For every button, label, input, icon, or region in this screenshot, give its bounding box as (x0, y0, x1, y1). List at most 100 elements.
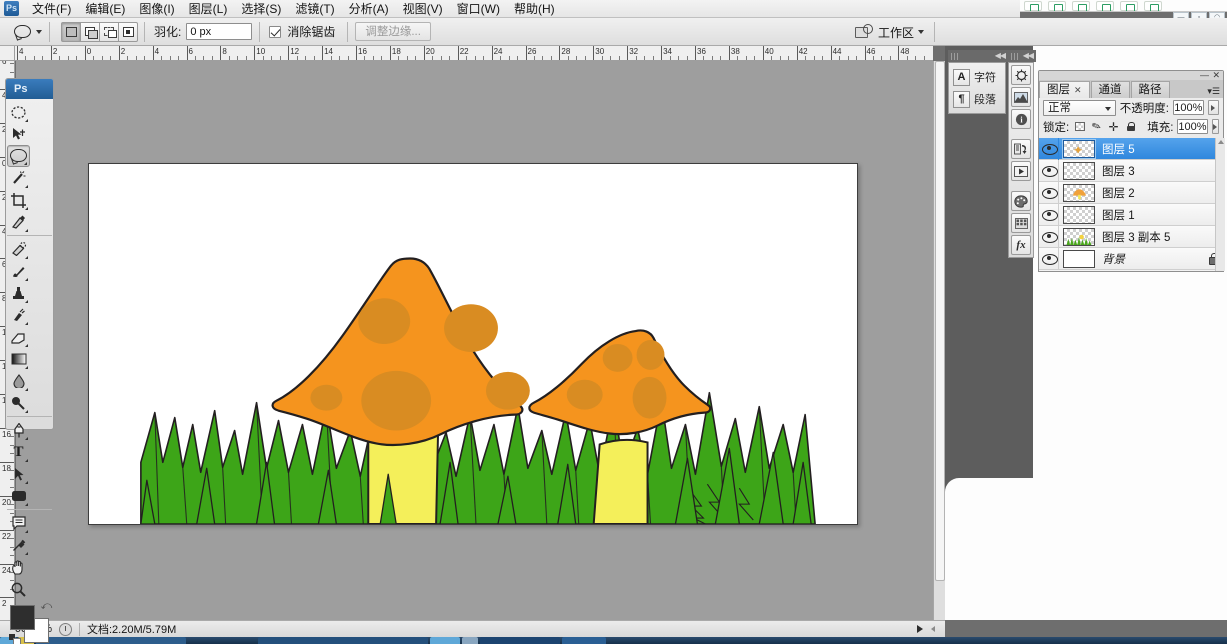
layer-row-2[interactable]: 图层 2 (1039, 182, 1225, 204)
info-icon[interactable]: i (1011, 109, 1031, 129)
layer-thumbnail[interactable] (1063, 250, 1095, 268)
workspace-chevron-down-icon[interactable] (918, 30, 924, 34)
lock-position-icon[interactable]: ✛ (1107, 120, 1120, 133)
intersect-selection-button[interactable] (118, 22, 138, 42)
swatches-icon[interactable] (1011, 213, 1031, 233)
layer-visibility-toggle[interactable] (1039, 182, 1059, 204)
layers-panel-titlebar[interactable]: — ✕ (1039, 71, 1223, 80)
layer-thumbnail[interactable] (1063, 184, 1095, 202)
blur-tool[interactable] (7, 370, 30, 392)
taskbar-item-4[interactable] (258, 637, 428, 644)
layer-visibility-toggle[interactable] (1039, 248, 1059, 270)
horizontal-ruler[interactable]: 4202468101214161820222426283032343638404… (15, 46, 933, 61)
elliptical-marquee-tool[interactable] (7, 101, 30, 123)
bridge-icon[interactable] (854, 23, 874, 41)
subtract-from-selection-button[interactable] (99, 22, 119, 42)
taskbar-item-6[interactable] (462, 637, 478, 644)
foreground-color-swatch[interactable] (10, 605, 35, 630)
path-selection-tool[interactable] (7, 463, 30, 485)
brush-tool[interactable] (7, 260, 30, 282)
taskbar-item-7[interactable] (480, 637, 560, 644)
menu-file[interactable]: 文件(F) (25, 0, 78, 18)
menu-edit[interactable]: 编辑(E) (78, 0, 132, 18)
tab-channels[interactable]: 通道 (1091, 81, 1130, 98)
lock-all-icon[interactable] (1124, 120, 1137, 133)
layer-list[interactable]: 图层 5 图层 3 图层 2 图层 1 (1039, 138, 1225, 271)
layer-list-scrollbar[interactable] (1215, 138, 1225, 271)
panel-paragraph[interactable]: ¶ 段落 (951, 88, 1003, 110)
tool-preset-chevron-down-icon[interactable] (36, 30, 42, 34)
fill-value[interactable]: 100% (1177, 119, 1207, 134)
layer-row-1[interactable]: 图层 3 (1039, 160, 1225, 182)
spot-healing-brush-tool[interactable] (7, 238, 30, 260)
antialias-checkbox[interactable] (269, 26, 281, 38)
crop-tool[interactable] (7, 189, 30, 211)
antialias-checkbox-group[interactable]: 消除锯齿 (269, 23, 340, 40)
panel-character[interactable]: A 字符 (951, 66, 1003, 88)
panel-menu-icon[interactable]: ▾☰ (1207, 87, 1220, 96)
new-selection-button[interactable] (61, 22, 81, 42)
opacity-value[interactable]: 100% (1173, 100, 1204, 115)
layer-thumbnail[interactable] (1063, 228, 1095, 246)
layer-thumbnail[interactable] (1063, 140, 1095, 158)
actions-icon[interactable] (1011, 161, 1031, 181)
magic-wand-tool[interactable] (7, 167, 30, 189)
history-icon[interactable] (1011, 139, 1031, 159)
layer-name[interactable]: 图层 1 (1102, 207, 1135, 223)
tab-paths[interactable]: 路径 (1131, 81, 1170, 98)
notes-tool[interactable] (7, 512, 30, 534)
opacity-slider-button[interactable] (1208, 100, 1219, 115)
layer-row-3[interactable]: 图层 1 (1039, 204, 1225, 226)
ruler-corner[interactable] (0, 46, 15, 61)
collapse-icon-dock-icon[interactable]: ◀◀ (1023, 52, 1033, 60)
menu-select[interactable]: 选择(S) (234, 0, 288, 18)
histogram-icon[interactable] (1011, 87, 1031, 107)
add-to-selection-button[interactable] (80, 22, 100, 42)
default-colors-icon[interactable] (9, 634, 19, 644)
layer-name[interactable]: 图层 3 (1102, 163, 1135, 179)
eraser-tool[interactable] (7, 326, 30, 348)
tab-layers[interactable]: 图层 ✕ (1039, 81, 1090, 98)
dock-grip-a[interactable]: ◀◀ (948, 50, 1008, 62)
menu-window[interactable]: 窗口(W) (450, 0, 507, 18)
layer-name[interactable]: 图层 3 副本 5 (1102, 229, 1170, 245)
layer-visibility-toggle[interactable] (1039, 204, 1059, 226)
scroll-up-arrow-icon[interactable] (1218, 140, 1224, 144)
workspace-label[interactable]: 工作区 (878, 24, 914, 41)
taskbar-item-5[interactable] (430, 637, 460, 644)
pen-tool[interactable] (7, 419, 30, 441)
navigator-icon[interactable] (1011, 65, 1031, 85)
dock-grip-b[interactable]: ◀◀ (1008, 50, 1036, 62)
layer-name[interactable]: 图层 2 (1102, 185, 1135, 201)
document-canvas[interactable] (88, 163, 858, 525)
lock-image-pixels-icon[interactable]: ✎ (1088, 118, 1105, 135)
lock-transparent-pixels-icon[interactable] (1073, 120, 1086, 133)
layer-name[interactable]: 图层 5 (1102, 141, 1135, 157)
fill-slider-button[interactable] (1212, 119, 1219, 134)
type-tool[interactable]: T (7, 441, 30, 463)
layer-row-4[interactable]: 图层 3 副本 5 (1039, 226, 1225, 248)
feather-input[interactable] (186, 23, 252, 40)
lasso-tool[interactable] (7, 145, 30, 167)
rectangle-shape-tool[interactable] (7, 485, 30, 507)
layer-visibility-toggle[interactable] (1039, 160, 1059, 182)
slice-tool[interactable] (7, 211, 30, 233)
layer-name[interactable]: 背景 (1102, 251, 1125, 267)
gradient-tool[interactable] (7, 348, 30, 370)
layer-thumbnail[interactable] (1063, 206, 1095, 224)
layer-visibility-toggle[interactable] (1039, 226, 1059, 248)
hand-tool[interactable] (7, 556, 30, 578)
menu-image[interactable]: 图像(I) (132, 0, 181, 18)
current-tool-lasso-icon[interactable] (8, 21, 36, 43)
layer-row-5[interactable]: 背景 (1039, 248, 1225, 270)
canvas-vertical-scrollbar[interactable] (933, 61, 945, 620)
layer-thumbnail[interactable] (1063, 162, 1095, 180)
history-brush-tool[interactable] (7, 304, 30, 326)
taskbar-item-3[interactable] (36, 637, 186, 644)
zoom-tool[interactable] (7, 578, 30, 600)
styles-icon[interactable]: fx (1011, 235, 1031, 255)
dodge-tool[interactable] (7, 392, 30, 414)
menu-help[interactable]: 帮助(H) (507, 0, 562, 18)
document-workspace[interactable] (16, 61, 933, 620)
minimize-icon[interactable]: — (1200, 71, 1209, 79)
